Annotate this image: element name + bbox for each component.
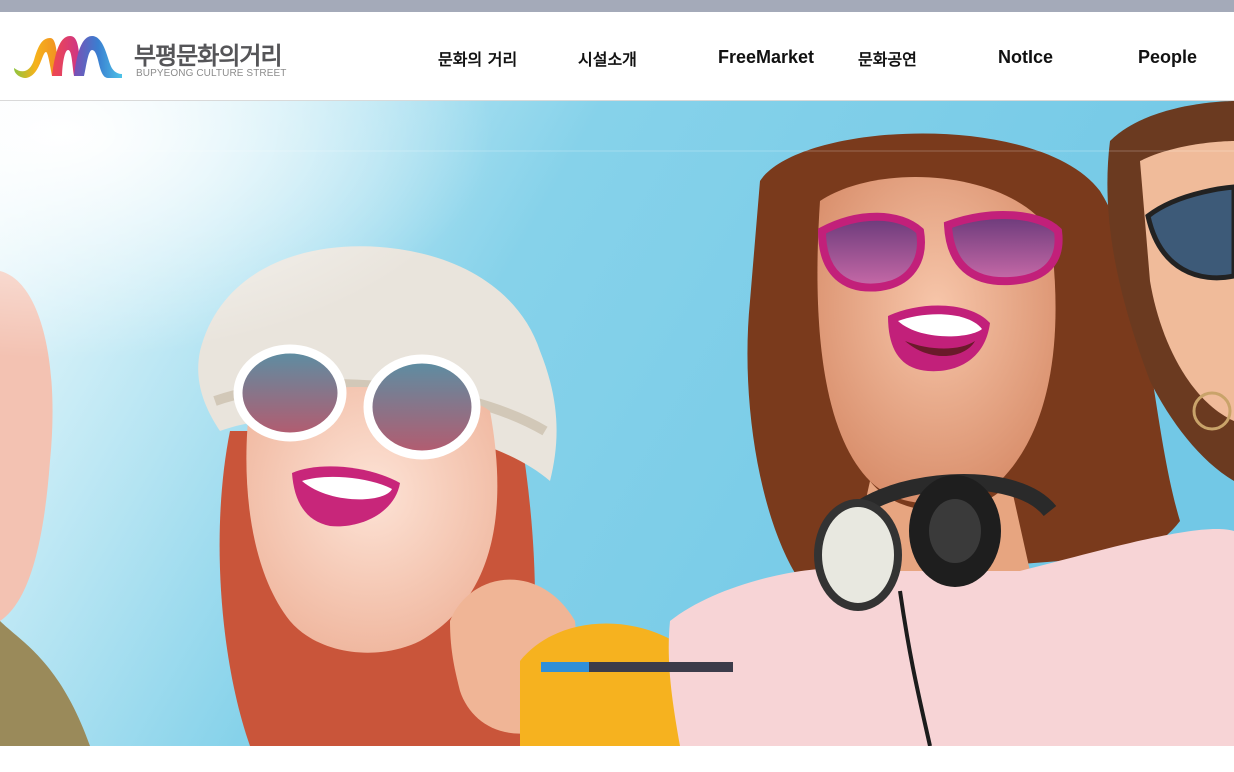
nav-item-freemarket[interactable]: FreeMarket bbox=[718, 47, 814, 71]
nav-item-culture-street[interactable]: 문화의 거리 bbox=[438, 46, 517, 70]
slider-progress-fill bbox=[541, 662, 589, 672]
site-logo[interactable]: 부평문화의거리 BUPYEONG CULTURE STREET bbox=[12, 30, 286, 84]
nav-item-notice[interactable]: NotIce bbox=[998, 47, 1053, 71]
hero-photo bbox=[0, 101, 1234, 746]
nav-item-performances[interactable]: 문화공연 bbox=[858, 46, 917, 70]
slider-progress-bar[interactable] bbox=[541, 662, 733, 672]
nav-item-people[interactable]: People bbox=[1138, 47, 1197, 71]
logo-title-english: BUPYEONG CULTURE STREET bbox=[136, 68, 287, 79]
hero-slider bbox=[0, 101, 1234, 746]
logo-title-korean: 부평문화의거리 bbox=[134, 42, 283, 70]
site-header: 부평문화의거리 BUPYEONG CULTURE STREET 문화의 거리 시… bbox=[0, 12, 1234, 101]
top-accent-bar bbox=[0, 0, 1234, 12]
logo-mark-icon bbox=[14, 36, 122, 78]
nav-item-facilities[interactable]: 시설소개 bbox=[578, 46, 637, 70]
